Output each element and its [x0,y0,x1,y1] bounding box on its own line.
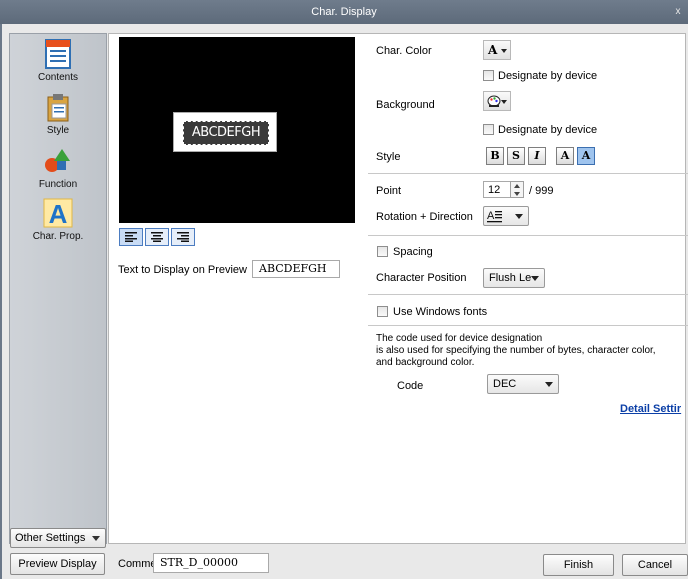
window-title: Char. Display [311,6,377,18]
background-designate-by-device-checkbox[interactable] [483,124,494,135]
sidebar-item-contents[interactable]: Contents [10,38,106,83]
divider [368,173,688,174]
svg-text:A: A [487,210,495,222]
title-bar: Char. Display x [0,0,688,24]
svg-text:A: A [49,199,68,229]
function-icon [45,149,70,172]
align-left-button[interactable] [119,228,143,246]
code-note-line-2: is also used for specifying the number o… [376,345,656,356]
comment-input[interactable]: STR_D_00000 [153,553,269,573]
sidebar-item-label: Char. Prop. [32,231,84,242]
style-label: Style [376,151,401,163]
align-left-icon [125,232,137,242]
sidebar-item-char-prop[interactable]: A Char. Prop. [10,197,106,242]
paint-palette-icon [487,95,501,107]
other-settings-dropdown[interactable]: Other Settings [10,528,106,548]
divider [368,235,688,236]
rotation-direction-label: Rotation + Direction [376,211,473,223]
bold-button[interactable]: B [486,147,504,165]
shadow-button[interactable]: S [507,147,525,165]
char-color-label: Char. Color [376,45,432,57]
text-to-display-input[interactable]: ABCDEFGH [252,260,340,278]
sidebar-item-function[interactable]: Function [10,145,106,190]
spacing-label: Spacing [393,246,433,258]
finish-button[interactable]: Finish [543,554,614,576]
chevron-down-icon [545,382,553,387]
char-position-label: Character Position [376,272,467,284]
comment-label: Comme [118,558,157,570]
style-icon [47,94,69,122]
chevron-down-icon [92,536,100,541]
other-settings-label: Other Settings [15,532,86,544]
char-color-glyph: A [488,43,498,57]
chevron-down-icon [501,49,507,53]
point-label: Point [376,185,402,197]
divider [368,325,688,326]
preview-canvas: ABCDEFGH [119,37,355,223]
char-position-dropdown[interactable]: Flush Le [483,268,545,288]
chevron-down-icon [531,276,539,281]
background-designate-by-device-label: Designate by device [498,124,598,136]
use-windows-fonts-checkbox[interactable] [377,306,388,317]
align-center-button[interactable] [145,228,169,246]
detail-settings-link[interactable]: Detail Settir [620,403,681,415]
close-icon[interactable]: x [670,0,686,24]
point-spinner[interactable] [510,181,524,198]
use-windows-fonts-label: Use Windows fonts [393,306,488,318]
chevron-up-icon [514,184,520,188]
char-position-value: Flush Le [489,272,532,284]
code-dropdown[interactable]: DEC [487,374,559,394]
code-note-line-3: and background color. [376,357,475,368]
point-input[interactable]: 12 [483,181,511,198]
designate-by-device-label: Designate by device [498,70,598,82]
divider [368,294,688,295]
preview-display-button[interactable]: Preview Display [10,553,105,575]
background-label: Background [376,99,435,111]
cancel-button[interactable]: Cancel [622,554,688,576]
contents-icon [45,39,71,69]
code-label: Code [397,380,424,392]
char-color-picker[interactable]: A [483,40,511,60]
char-prop-icon: A [43,198,73,229]
align-center-icon [151,232,163,242]
designate-by-device-checkbox[interactable] [483,70,494,81]
align-right-icon [177,232,189,242]
sidebar-item-label: Function [38,179,78,190]
code-note-line-1: The code used for device designation [376,333,543,344]
rotation-direction-dropdown[interactable]: A [483,206,529,226]
sidebar-item-label: Style [46,125,70,136]
background-color-picker[interactable] [483,91,511,111]
code-value: DEC [493,378,517,390]
preview-text: ABCDEFGH [191,125,261,140]
outline-char-button[interactable]: A [577,147,595,165]
normal-char-button[interactable]: A [556,147,574,165]
spacing-checkbox[interactable] [377,246,388,257]
sidebar: Contents Style Function A Char. Prop. [9,33,107,544]
text-direction-icon: A [487,210,502,223]
chevron-down-icon [515,214,523,219]
chevron-down-icon [514,192,520,196]
point-max-label: / 999 [529,185,554,197]
preview-char-display: ABCDEFGH [173,112,277,152]
chevron-down-icon [501,100,507,104]
sidebar-item-style[interactable]: Style [10,91,106,136]
italic-button[interactable]: I [528,147,546,165]
text-to-display-label: Text to Display on Preview [118,264,247,276]
sidebar-item-label: Contents [37,72,79,83]
align-right-button[interactable] [171,228,195,246]
